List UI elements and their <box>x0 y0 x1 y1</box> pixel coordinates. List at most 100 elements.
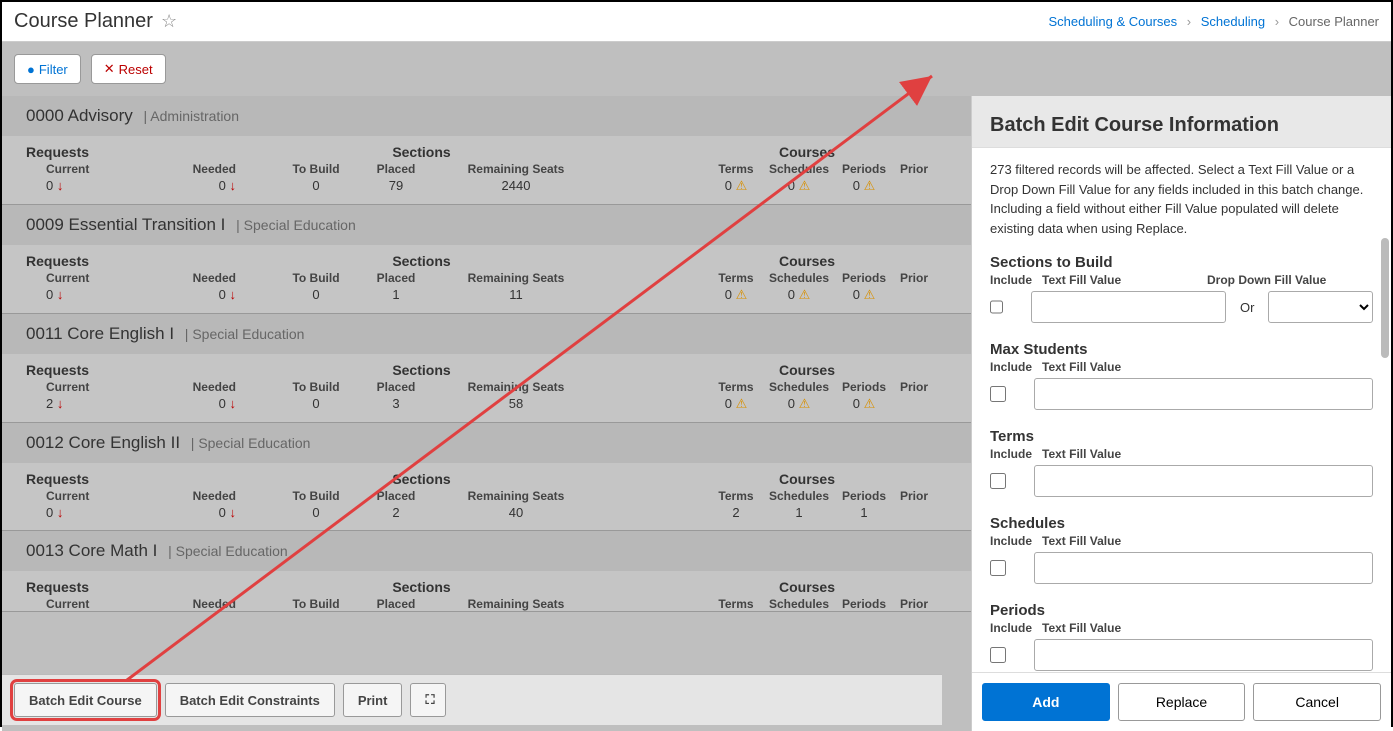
replace-button[interactable]: Replace <box>1118 683 1246 721</box>
col-prior: Prior <box>894 271 934 285</box>
text-fill-input[interactable] <box>1034 465 1373 497</box>
course-header[interactable]: 0009 Essential Transition I Special Educ… <box>2 205 971 245</box>
col-tobuild: To Build <box>276 271 356 285</box>
fullscreen-icon: ⛶ <box>425 692 434 707</box>
value-terms: 0 ⚠ <box>708 178 764 194</box>
dropdown-fill-select[interactable] <box>1268 291 1373 323</box>
col-periods: Periods <box>834 489 894 503</box>
warning-icon: ⚠ <box>736 178 748 193</box>
breadcrumb-link-scheduling-courses[interactable]: Scheduling & Courses <box>1049 14 1178 29</box>
course-code: 0009 Essential Transition I <box>26 215 225 234</box>
col-terms: Terms <box>708 162 764 176</box>
course-header[interactable]: 0000 Advisory Administration <box>2 96 971 136</box>
chevron-right-icon: › <box>1187 14 1191 29</box>
text-fill-input[interactable] <box>1031 291 1226 323</box>
bottom-toolbar: Batch Edit Course Batch Edit Constraints… <box>2 674 942 725</box>
text-fill-input[interactable] <box>1034 378 1373 410</box>
value-schedules: 0 ⚠ <box>764 287 834 303</box>
include-checkbox[interactable] <box>990 473 1006 489</box>
col-placed: Placed <box>356 162 436 176</box>
batch-edit-panel: Batch Edit Course Information 273 filter… <box>971 96 1391 731</box>
add-button[interactable]: Add <box>982 683 1110 721</box>
text-fill-input[interactable] <box>1034 639 1373 671</box>
value-placed: 3 <box>356 396 436 412</box>
value-remaining: 2440 <box>436 178 596 194</box>
heading-courses: Courses <box>667 362 947 378</box>
col-current: Current <box>26 380 116 394</box>
breadcrumb-link-scheduling[interactable]: Scheduling <box>1201 14 1265 29</box>
include-checkbox[interactable] <box>990 386 1006 402</box>
print-button[interactable]: Print <box>343 683 403 717</box>
label-textfill: Text Fill Value <box>1042 273 1199 287</box>
heading-courses: Courses <box>667 144 947 160</box>
value-remaining: 40 <box>436 505 596 520</box>
field-title: Terms <box>990 428 1373 445</box>
col-schedules: Schedules <box>764 380 834 394</box>
heading-requests: Requests <box>26 362 136 378</box>
value-tobuild: 0 <box>276 396 356 412</box>
heading-courses: Courses <box>667 253 947 269</box>
label-include: Include <box>990 621 1034 635</box>
filter-button[interactable]: Filter <box>14 54 81 84</box>
arrow-down-icon: ↓ <box>53 505 63 520</box>
col-remaining: Remaining Seats <box>436 597 596 611</box>
label-textfill: Text Fill Value <box>1042 447 1373 461</box>
warning-icon: ⚠ <box>799 396 811 411</box>
col-remaining: Remaining Seats <box>436 271 596 285</box>
include-checkbox[interactable] <box>990 647 1006 663</box>
warning-icon: ⚠ <box>799 178 811 193</box>
heading-courses: Courses <box>667 579 947 595</box>
arrow-down-icon: ↓ <box>53 178 63 193</box>
reset-button[interactable]: Reset <box>91 54 166 84</box>
fullscreen-button[interactable]: ⛶ <box>410 683 446 717</box>
cancel-button[interactable]: Cancel <box>1253 683 1381 721</box>
favorite-star-icon[interactable]: ☆ <box>161 11 177 32</box>
col-schedules: Schedules <box>764 597 834 611</box>
col-needed: Needed <box>116 162 276 176</box>
value-periods: 0 ⚠ <box>834 287 894 303</box>
col-terms: Terms <box>708 489 764 503</box>
text-fill-input[interactable] <box>1034 552 1373 584</box>
page-title: Course Planner ☆ <box>14 10 177 33</box>
include-checkbox[interactable] <box>990 560 1006 576</box>
value-terms: 0 ⚠ <box>708 287 764 303</box>
course-department: Special Education <box>236 217 356 233</box>
breadcrumb-current: Course Planner <box>1289 14 1379 29</box>
course-list: 0000 Advisory Administration Requests Se… <box>2 96 971 731</box>
warning-icon: ⚠ <box>799 287 811 302</box>
value-periods: 0 ⚠ <box>834 178 894 194</box>
value-prior <box>894 396 934 412</box>
col-tobuild: To Build <box>276 489 356 503</box>
col-schedules: Schedules <box>764 489 834 503</box>
batch-edit-course-button[interactable]: Batch Edit Course <box>14 683 157 717</box>
value-prior <box>894 178 934 194</box>
value-terms: 2 <box>708 505 764 520</box>
heading-sections: Sections <box>176 144 667 160</box>
course-header[interactable]: 0013 Core Math I Special Education <box>2 531 971 571</box>
field-title: Periods <box>990 602 1373 619</box>
value-placed: 2 <box>356 505 436 520</box>
label-include: Include <box>990 273 1034 287</box>
col-periods: Periods <box>834 271 894 285</box>
col-tobuild: To Build <box>276 380 356 394</box>
col-current: Current <box>26 489 116 503</box>
col-prior: Prior <box>894 162 934 176</box>
label-include: Include <box>990 534 1034 548</box>
label-textfill: Text Fill Value <box>1042 534 1373 548</box>
include-checkbox[interactable] <box>990 299 1003 315</box>
value-prior <box>894 287 934 303</box>
field-group: Terms Include Text Fill Value <box>990 428 1373 497</box>
arrow-down-icon: ↓ <box>226 178 236 193</box>
course-header[interactable]: 0011 Core English I Special Education <box>2 314 971 354</box>
arrow-down-icon: ↓ <box>53 396 63 411</box>
col-terms: Terms <box>708 271 764 285</box>
field-title: Schedules <box>990 515 1373 532</box>
heading-sections: Sections <box>176 579 667 595</box>
course-header[interactable]: 0012 Core English II Special Education <box>2 423 971 463</box>
value-current: 0 ↓ <box>26 505 116 520</box>
arrow-down-icon: ↓ <box>226 505 236 520</box>
scrollbar-icon[interactable] <box>1379 148 1389 672</box>
batch-edit-constraints-button[interactable]: Batch Edit Constraints <box>165 683 335 717</box>
course-department: Administration <box>144 108 239 124</box>
course-code: 0011 Core English I <box>26 324 174 343</box>
